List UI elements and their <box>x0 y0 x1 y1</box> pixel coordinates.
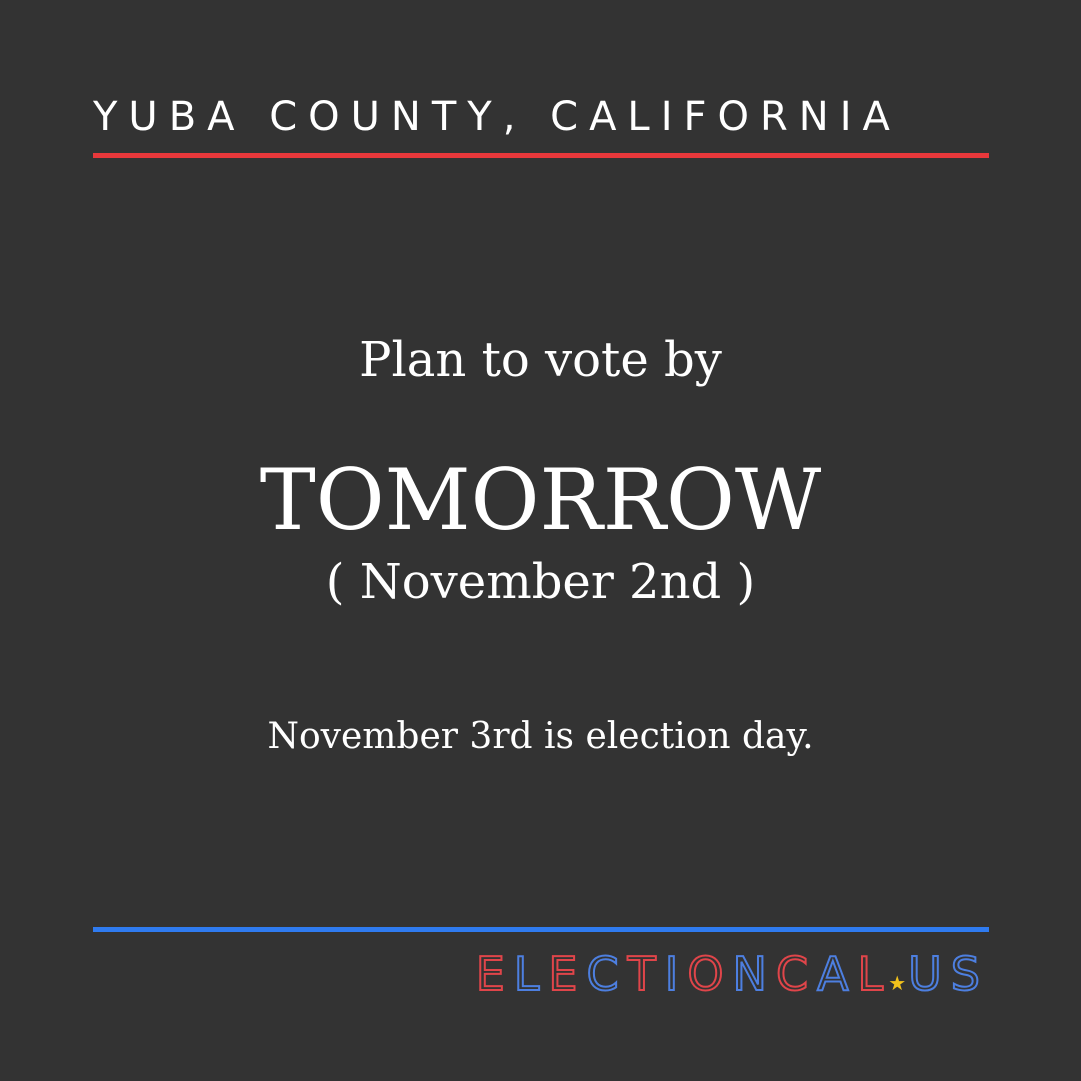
brand-logo: ELECTIONCAL ★ US <box>475 946 989 1002</box>
brand-name: ELECTIONCAL <box>475 946 893 1002</box>
lead-text: Plan to vote by <box>359 332 722 388</box>
election-day-note: November 3rd is election day. <box>267 716 814 757</box>
brand-tld: US <box>907 946 989 1002</box>
county-heading: YUBA COUNTY, CALIFORNIA <box>93 94 901 140</box>
election-reminder-card: YUBA COUNTY, CALIFORNIA Plan to vote by … <box>0 0 1081 1081</box>
bottom-divider <box>93 927 989 932</box>
deadline-text: TOMORROW <box>259 451 822 549</box>
deadline-date: ( November 2nd ) <box>325 554 756 610</box>
top-divider <box>93 153 989 158</box>
star-icon: ★ <box>888 971 907 995</box>
